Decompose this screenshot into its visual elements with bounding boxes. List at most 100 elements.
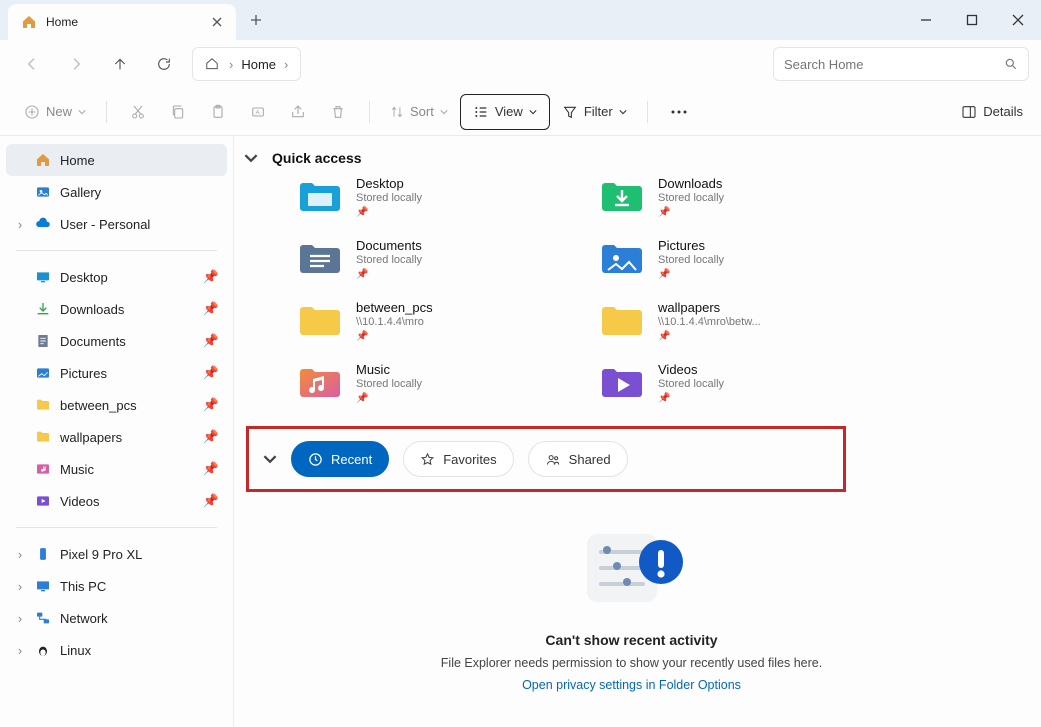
chip-recent[interactable]: Recent — [291, 441, 389, 477]
separator — [16, 527, 217, 528]
window-controls — [903, 0, 1041, 40]
sidebar-label: between_pcs — [60, 398, 137, 413]
chevron-right-icon: › — [282, 57, 290, 72]
breadcrumb[interactable]: › Home › — [192, 47, 301, 81]
sidebar-item-network[interactable]: › Network — [6, 602, 227, 634]
sidebar-label: Pixel 9 Pro XL — [60, 547, 142, 562]
tab-close-icon[interactable] — [210, 15, 224, 29]
share-button[interactable] — [281, 95, 315, 129]
back-button[interactable] — [12, 46, 52, 82]
pin-icon: 📌 — [203, 269, 219, 285]
breadcrumb-item[interactable]: Home — [241, 57, 276, 72]
collapse-icon[interactable] — [263, 452, 277, 466]
sidebar-item-pixel[interactable]: › Pixel 9 Pro XL — [6, 538, 227, 570]
qa-name: Videos — [658, 362, 724, 377]
sidebar-item-between-pcs[interactable]: between_pcs 📌 — [6, 389, 227, 421]
desktop-folder-icon — [298, 176, 342, 216]
chip-shared[interactable]: Shared — [528, 441, 628, 477]
recent-empty-state: Can't show recent activity File Explorer… — [240, 522, 1023, 692]
search-icon — [1004, 57, 1018, 71]
sidebar-item-videos[interactable]: Videos 📌 — [6, 485, 227, 517]
star-icon — [420, 452, 435, 467]
qa-sub: Stored locally — [356, 254, 422, 266]
pin-icon: 📌 — [203, 461, 219, 477]
sidebar-label: Gallery — [60, 185, 101, 200]
qa-sub: Stored locally — [658, 254, 724, 266]
sort-label: Sort — [410, 104, 434, 119]
qa-item-downloads[interactable]: DownloadsStored locally📌 — [600, 176, 880, 234]
sidebar-label: Videos — [60, 494, 100, 509]
search-input[interactable] — [784, 57, 996, 72]
sidebar-item-documents[interactable]: Documents 📌 — [6, 325, 227, 357]
refresh-button[interactable] — [144, 46, 184, 82]
svg-text:A: A — [255, 109, 260, 116]
chevron-right-icon: › — [14, 548, 26, 560]
sidebar-label: User - Personal — [60, 217, 150, 232]
search-box[interactable] — [773, 47, 1029, 81]
rename-button[interactable]: A — [241, 95, 275, 129]
filter-label: Filter — [584, 104, 613, 119]
pin-icon: 📌 — [356, 269, 422, 280]
sidebar-label: Pictures — [60, 366, 107, 381]
filter-button[interactable]: Filter — [556, 95, 633, 129]
sidebar-item-wallpapers[interactable]: wallpapers 📌 — [6, 421, 227, 453]
recent-tabs-highlight: Recent Favorites Shared — [246, 426, 846, 492]
pin-icon: 📌 — [356, 393, 422, 404]
music-icon — [34, 460, 52, 478]
pin-icon: 📌 — [203, 333, 219, 349]
details-label: Details — [983, 104, 1023, 119]
folder-icon — [600, 300, 644, 340]
minimize-button[interactable] — [903, 0, 949, 40]
delete-button[interactable] — [321, 95, 355, 129]
quick-access-title: Quick access — [272, 150, 362, 166]
more-button[interactable] — [662, 95, 696, 129]
window-tab[interactable]: Home — [8, 4, 236, 40]
chip-favorites[interactable]: Favorites — [403, 441, 513, 477]
sidebar-item-downloads[interactable]: Downloads 📌 — [6, 293, 227, 325]
qa-item-between-pcs[interactable]: between_pcs\\10.1.4.4\mro📌 — [298, 300, 578, 358]
up-button[interactable] — [100, 46, 140, 82]
downloads-icon — [34, 300, 52, 318]
network-icon — [34, 609, 52, 627]
qa-item-documents[interactable]: DocumentsStored locally📌 — [298, 238, 578, 296]
sidebar-item-gallery[interactable]: Gallery — [6, 176, 227, 208]
sidebar-item-this-pc[interactable]: › This PC — [6, 570, 227, 602]
sidebar-item-linux[interactable]: › Linux — [6, 634, 227, 666]
sidebar-item-music[interactable]: Music 📌 — [6, 453, 227, 485]
sort-button[interactable]: Sort — [384, 95, 454, 129]
cut-button[interactable] — [121, 95, 155, 129]
sidebar-item-user-personal[interactable]: › User - Personal — [6, 208, 227, 240]
sidebar-label: Home — [60, 153, 95, 168]
qa-item-wallpapers[interactable]: wallpapers\\10.1.4.4\mro\betw...📌 — [600, 300, 880, 358]
gallery-icon — [34, 183, 52, 201]
window-close-button[interactable] — [995, 0, 1041, 40]
qa-item-music[interactable]: MusicStored locally📌 — [298, 362, 578, 420]
qa-sub: Stored locally — [356, 378, 422, 390]
pin-icon: 📌 — [203, 429, 219, 445]
sidebar-item-pictures[interactable]: Pictures 📌 — [6, 357, 227, 389]
view-button[interactable]: View — [460, 94, 550, 130]
maximize-button[interactable] — [949, 0, 995, 40]
details-pane-button[interactable]: Details — [961, 104, 1023, 120]
qa-name: Pictures — [658, 238, 724, 253]
sidebar-item-desktop[interactable]: Desktop 📌 — [6, 261, 227, 293]
qa-item-desktop[interactable]: DesktopStored locally📌 — [298, 176, 578, 234]
forward-button[interactable] — [56, 46, 96, 82]
quick-access-grid: DesktopStored locally📌 DownloadsStored l… — [298, 176, 1023, 420]
collapse-icon[interactable] — [244, 151, 258, 165]
empty-body: File Explorer needs permission to show y… — [441, 656, 822, 670]
qa-sub: \\10.1.4.4\mro\betw... — [658, 316, 761, 328]
copy-button[interactable] — [161, 95, 195, 129]
sidebar-item-home[interactable]: Home — [6, 144, 227, 176]
videos-folder-icon — [600, 362, 644, 402]
new-tab-button[interactable] — [236, 0, 276, 40]
linux-icon — [34, 641, 52, 659]
qa-item-pictures[interactable]: PicturesStored locally📌 — [600, 238, 880, 296]
empty-link[interactable]: Open privacy settings in Folder Options — [522, 678, 741, 692]
pictures-folder-icon — [600, 238, 644, 278]
chevron-right-icon: › — [14, 612, 26, 624]
paste-button[interactable] — [201, 95, 235, 129]
new-button[interactable]: New — [18, 95, 92, 129]
pictures-icon — [34, 364, 52, 382]
qa-item-videos[interactable]: VideosStored locally📌 — [600, 362, 880, 420]
